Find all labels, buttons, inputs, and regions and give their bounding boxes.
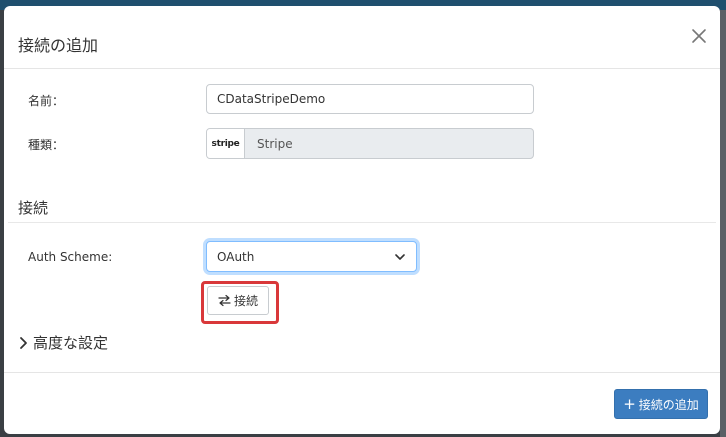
- dialog-title: 接続の追加: [18, 36, 99, 55]
- auth-scheme-label: Auth Scheme:: [28, 250, 113, 264]
- connect-button[interactable]: 接続: [207, 286, 269, 315]
- plus-icon: +: [623, 394, 636, 413]
- auth-scheme-value: OAuth: [217, 249, 255, 264]
- type-field: stripe Stripe: [206, 128, 534, 159]
- type-value: Stripe: [257, 136, 293, 151]
- close-button[interactable]: [690, 27, 708, 45]
- add-connection-button-label: 接続の追加: [638, 397, 699, 412]
- connection-section-title: 接続: [18, 199, 49, 217]
- dialog-header: 接続の追加: [4, 6, 720, 69]
- name-input[interactable]: CDataStripeDemo: [206, 84, 534, 114]
- add-connection-dialog: 接続の追加 名前： CDataStripeDemo 種類： stripe Str…: [4, 6, 720, 434]
- close-icon: [692, 29, 706, 43]
- name-label: 名前：: [28, 94, 65, 108]
- type-label: 種類：: [28, 138, 65, 152]
- chevron-right-icon: [20, 336, 27, 349]
- chevron-down-icon: [395, 253, 405, 260]
- name-input-value: CDataStripeDemo: [217, 92, 326, 106]
- footer-divider: [4, 372, 720, 373]
- add-connection-button[interactable]: + 接続の追加: [614, 389, 708, 419]
- section-divider: [8, 222, 716, 223]
- advanced-settings-label: 高度な設定: [33, 334, 109, 352]
- auth-scheme-select[interactable]: OAuth: [206, 241, 417, 272]
- advanced-settings-toggle[interactable]: 高度な設定: [18, 332, 108, 353]
- swap-arrows-icon: [218, 294, 231, 307]
- backdrop-side: [720, 10, 726, 437]
- stripe-logo: stripe: [207, 129, 245, 158]
- connect-button-label: 接続: [233, 294, 258, 308]
